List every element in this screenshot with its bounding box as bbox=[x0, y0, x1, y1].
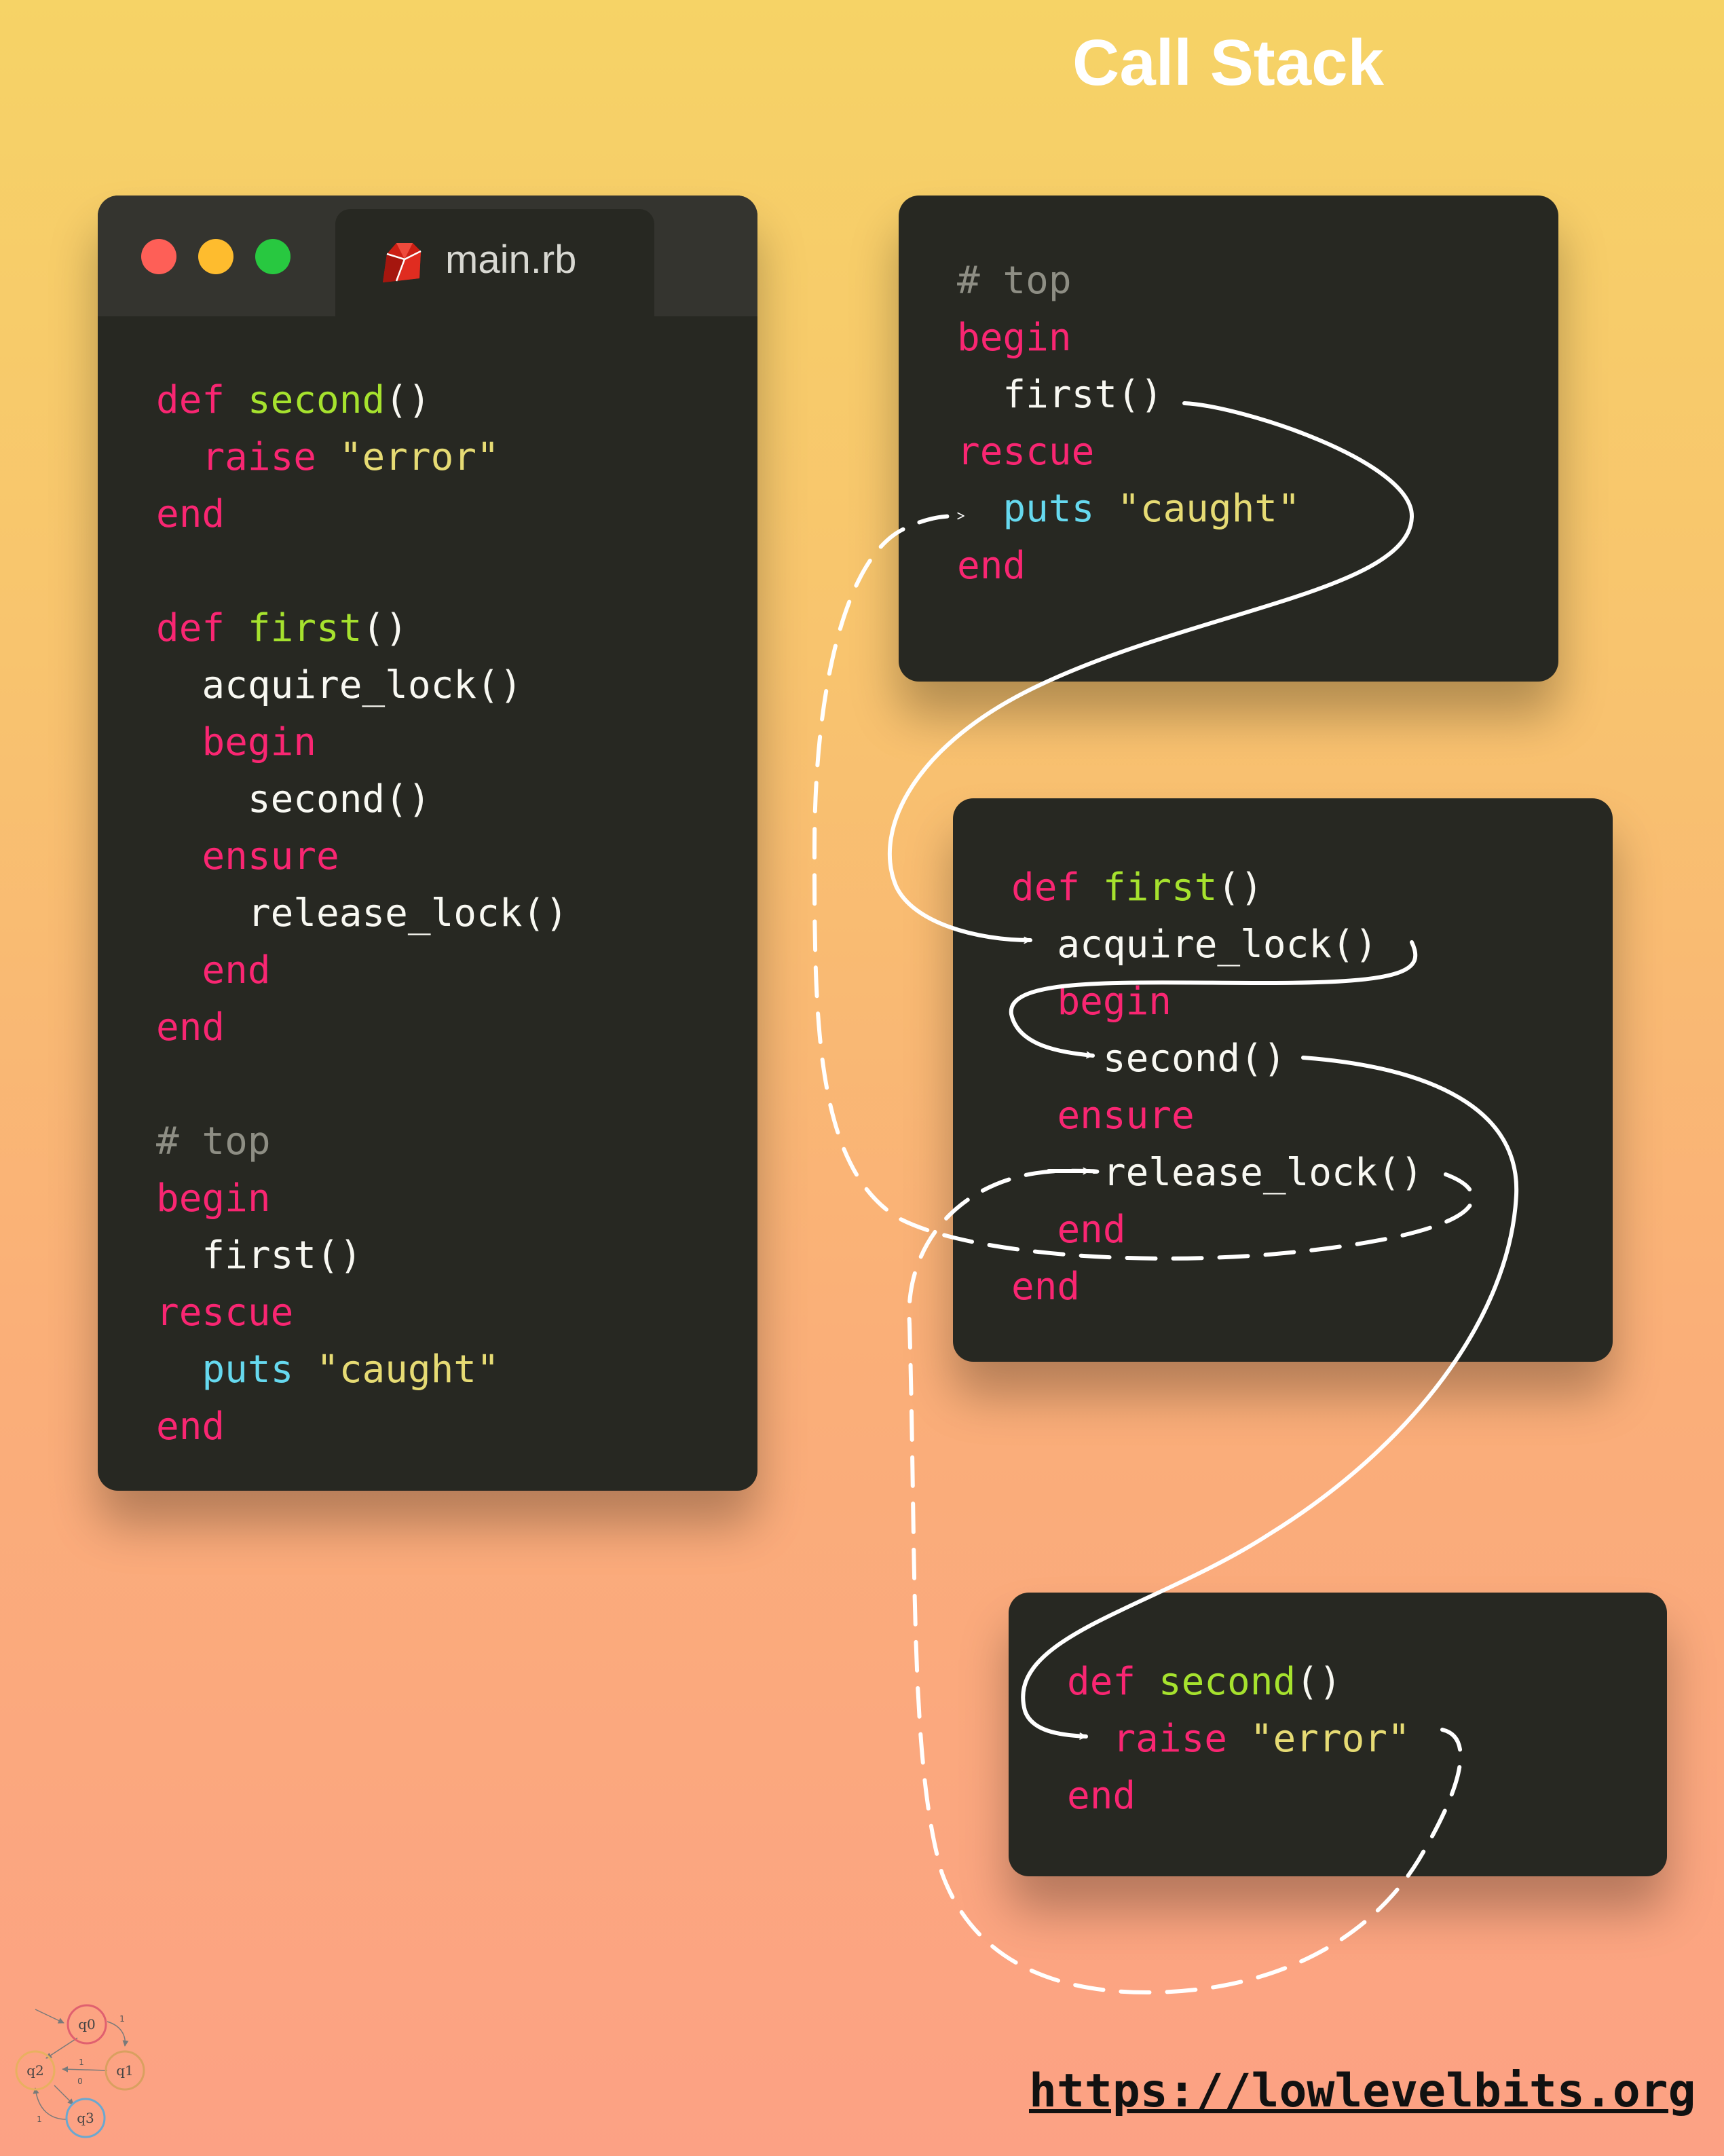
exception-arrow-to-rescue bbox=[812, 512, 1475, 1261]
flow-arrow-second-call bbox=[1009, 940, 1418, 1059]
control-flow-arrows bbox=[812, 401, 1519, 1994]
edge-label: 1 bbox=[37, 2115, 42, 2124]
call-arrow-second bbox=[1021, 1056, 1519, 1740]
automaton-logo: q0 q1 q2 q3 1 1 0 1 bbox=[15, 2004, 145, 2138]
call-arrow-first bbox=[887, 401, 1414, 944]
edge-label: 0 bbox=[77, 2077, 83, 2086]
state-label: q0 bbox=[78, 2016, 96, 2032]
state-label: q3 bbox=[77, 2110, 94, 2126]
edge-label: 1 bbox=[119, 2014, 125, 2024]
state-label: q2 bbox=[26, 2062, 44, 2079]
edge-label: 1 bbox=[79, 2058, 84, 2067]
site-url-link[interactable]: https://lowlevelbits.org bbox=[1029, 2064, 1696, 2119]
state-label: q1 bbox=[116, 2062, 134, 2079]
